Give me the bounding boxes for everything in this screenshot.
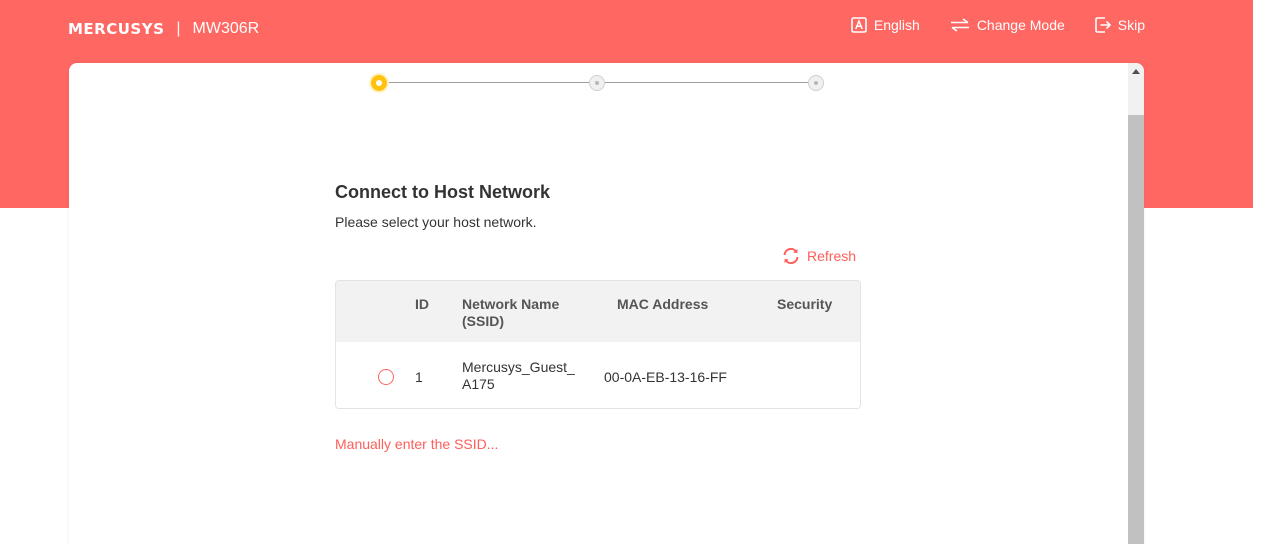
change-mode-icon — [950, 18, 969, 32]
page-subtitle: Please select your host network. — [335, 214, 537, 230]
network-select-radio[interactable] — [378, 369, 394, 385]
network-ssid: Mercusys_Guest_A175 — [462, 359, 575, 392]
refresh-icon — [783, 247, 799, 265]
brand-separator: | — [176, 20, 181, 37]
language-icon — [851, 17, 867, 33]
column-header-ssid: Network Name (SSID) — [462, 296, 560, 329]
refresh-button[interactable]: Refresh — [781, 246, 856, 266]
table-row[interactable]: 1 Mercusys_Guest_A175 00-0A-EB-13-16-FF — [336, 342, 860, 408]
network-id: 1 — [415, 369, 423, 385]
header-actions: English Change Mode Skip — [851, 17, 1145, 33]
skip-icon — [1094, 17, 1111, 33]
skip-label: Skip — [1117, 17, 1145, 33]
change-mode-button[interactable]: Change Mode — [950, 17, 1065, 33]
column-header-security: Security — [777, 296, 833, 312]
step-1-indicator — [371, 75, 387, 91]
step-3-indicator — [808, 75, 824, 91]
language-label: English — [873, 17, 920, 33]
table-header: ID Network Name (SSID) MAC Address Secur… — [336, 281, 860, 342]
network-mac: 00-0A-EB-13-16-FF — [604, 369, 727, 385]
refresh-label: Refresh — [807, 248, 857, 264]
step-connector — [605, 82, 816, 83]
brand: MERCUSYS | MW306R — [68, 19, 259, 39]
page-title: Connect to Host Network — [335, 182, 551, 202]
scrollbar-thumb[interactable] — [1128, 115, 1144, 544]
skip-button[interactable]: Skip — [1094, 17, 1145, 33]
step-connector — [383, 82, 597, 83]
step-2-indicator — [589, 75, 605, 91]
column-header-id: ID — [415, 296, 429, 312]
mercusys-logo: MERCUSYS — [68, 20, 165, 38]
top-header: MERCUSYS | MW306R English Change Mode Sk… — [0, 0, 1266, 56]
column-header-mac: MAC Address — [617, 296, 709, 312]
language-button[interactable]: English — [851, 17, 920, 33]
manual-ssid-link[interactable]: Manually enter the SSID... — [335, 436, 498, 452]
change-mode-label: Change Mode — [976, 17, 1065, 33]
scrollbar[interactable] — [1128, 63, 1144, 544]
model-name: MW306R — [192, 20, 260, 37]
scroll-up-arrow-icon[interactable] — [1132, 69, 1140, 74]
setup-stepper — [370, 74, 828, 92]
host-network-table: ID Network Name (SSID) MAC Address Secur… — [335, 280, 861, 409]
